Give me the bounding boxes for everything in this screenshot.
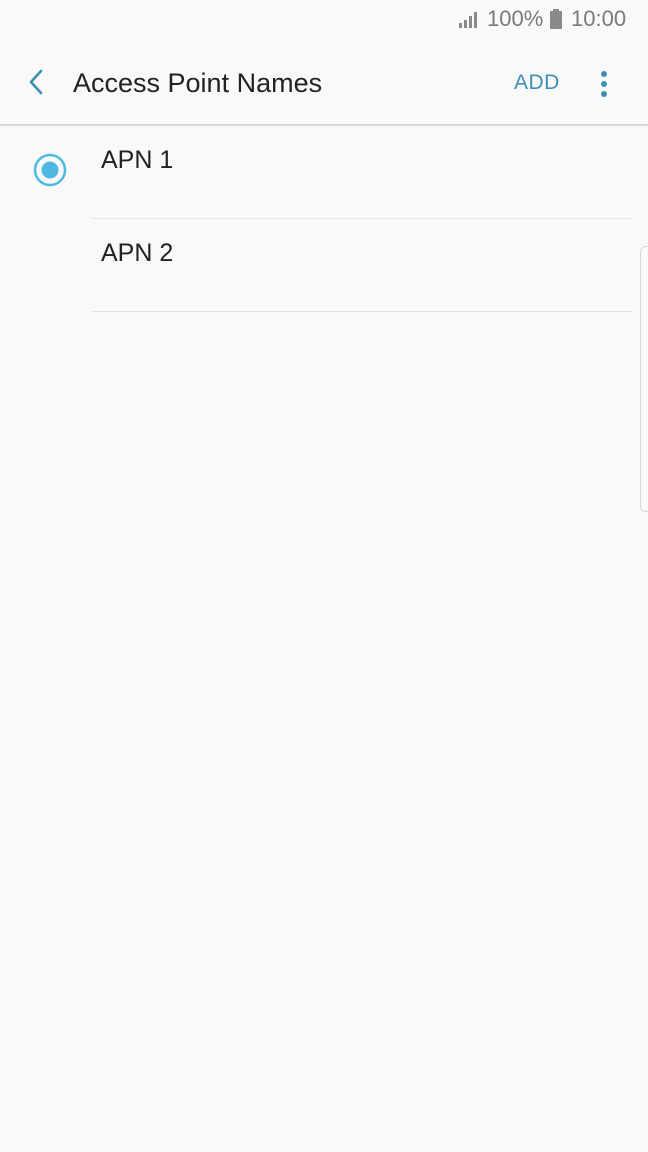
radio-button-selected[interactable]	[33, 153, 67, 187]
add-button[interactable]: ADD	[506, 68, 568, 98]
more-options-button[interactable]	[590, 64, 618, 104]
apn-list: APN 1 APN 2	[0, 126, 648, 312]
edge-panel-handle[interactable]	[640, 246, 648, 512]
apn-label: APN 1	[101, 146, 174, 174]
battery-icon	[550, 9, 562, 29]
apn-label: APN 2	[101, 239, 174, 267]
signal-bars-icon	[459, 12, 477, 28]
back-button[interactable]	[18, 62, 54, 102]
page-title: Access Point Names	[73, 68, 323, 98]
toolbar: Access Point Names ADD	[0, 40, 648, 124]
more-vertical-icon	[601, 71, 607, 97]
status-clock: 10:00	[571, 6, 627, 31]
list-divider	[91, 311, 632, 312]
apn-list-item[interactable]: APN 1	[0, 126, 648, 219]
chevron-left-icon	[29, 69, 43, 95]
apn-list-item[interactable]: APN 2	[0, 219, 648, 312]
battery-percent: 100%	[487, 6, 544, 31]
status-bar: 100% 10:00	[0, 0, 648, 40]
